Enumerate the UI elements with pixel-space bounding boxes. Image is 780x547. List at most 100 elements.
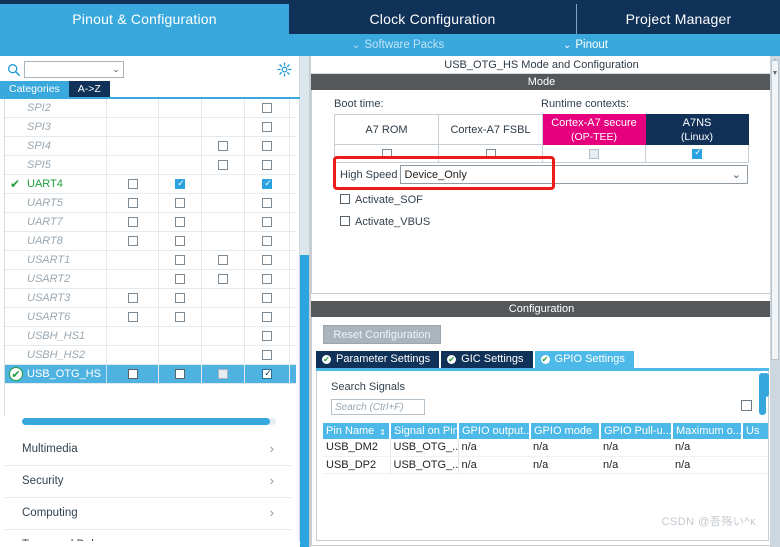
peripheral-cell[interactable]: [202, 327, 245, 345]
category-row[interactable]: Computing ›: [4, 498, 292, 530]
peripheral-cell[interactable]: [159, 251, 202, 269]
peripheral-row[interactable]: USBH_HS1: [5, 327, 296, 346]
checkbox-icon[interactable]: [127, 217, 138, 227]
activate-sof-checkbox[interactable]: Activate_SOF: [340, 194, 423, 206]
checkbox-icon[interactable]: [218, 160, 228, 170]
checkbox-icon[interactable]: [127, 236, 138, 246]
peripheral-cell[interactable]: [245, 175, 290, 193]
search-input[interactable]: ⌄: [24, 61, 124, 78]
peripheral-cell[interactable]: [159, 346, 202, 364]
checkbox-icon[interactable]: [262, 350, 272, 360]
peripheral-cell[interactable]: [107, 194, 159, 212]
checkbox-icon[interactable]: [175, 293, 185, 303]
gear-icon[interactable]: [277, 62, 292, 77]
peripheral-cell[interactable]: [159, 327, 202, 345]
checkbox-icon[interactable]: [127, 293, 138, 303]
peripheral-cell[interactable]: [245, 213, 290, 231]
checkbox-icon[interactable]: [218, 274, 228, 284]
high-speed-select[interactable]: Device_Only ⌄: [399, 165, 748, 184]
peripheral-cell[interactable]: [245, 232, 290, 250]
gpio-column-header[interactable]: GPIO mode: [530, 423, 601, 439]
checkbox-icon[interactable]: [175, 177, 186, 189]
checkbox-icon[interactable]: [175, 369, 185, 379]
peripheral-cell[interactable]: [159, 289, 202, 307]
peripheral-cell[interactable]: [202, 251, 245, 269]
checkbox-icon[interactable]: [127, 198, 138, 208]
peripheral-cell[interactable]: [202, 232, 245, 250]
peripheral-cell[interactable]: [107, 251, 159, 269]
checkbox-icon[interactable]: [692, 146, 703, 159]
peripheral-cell[interactable]: [202, 99, 245, 117]
peripheral-cell[interactable]: [202, 156, 245, 174]
gpio-column-header[interactable]: Signal on Pin: [390, 423, 459, 439]
peripheral-cell[interactable]: [107, 270, 159, 288]
peripheral-cell[interactable]: [202, 270, 245, 288]
checkbox-icon[interactable]: [175, 198, 185, 208]
gpio-column-header[interactable]: Pin Name ⇕: [323, 423, 391, 439]
config-tab[interactable]: ✔ GPIO Settings: [534, 351, 634, 368]
peripheral-cell[interactable]: [245, 251, 290, 269]
peripheral-cell[interactable]: [159, 156, 202, 174]
peripheral-cell[interactable]: [245, 156, 290, 174]
peripheral-cell[interactable]: [245, 99, 290, 117]
table-row[interactable]: USB_DP2 USB_OTG_... n/a n/a n/a n/a: [323, 456, 768, 474]
category-row[interactable]: Multimedia ›: [4, 434, 292, 466]
peripheral-cell[interactable]: [159, 365, 202, 383]
peripheral-cell[interactable]: [107, 99, 159, 117]
peripheral-cell[interactable]: [245, 327, 290, 345]
tab-clock-configuration[interactable]: Clock Configuration: [289, 4, 576, 34]
peripheral-cell[interactable]: [202, 118, 245, 136]
peripheral-cell[interactable]: [245, 118, 290, 136]
checkbox-icon[interactable]: [175, 255, 185, 265]
peripheral-cell[interactable]: [202, 289, 245, 307]
checkbox-icon[interactable]: [175, 217, 185, 227]
left-panel-scrollbar-thumb[interactable]: [300, 255, 309, 547]
checkbox-icon[interactable]: [262, 122, 272, 132]
activate-vbus-checkbox[interactable]: Activate_VBUS: [340, 216, 430, 228]
checkbox-icon[interactable]: [218, 141, 228, 151]
gpio-column-header[interactable]: Maximum o...: [672, 423, 743, 439]
checkbox-icon[interactable]: [175, 312, 185, 322]
peripheral-cell[interactable]: [107, 156, 159, 174]
peripheral-cell[interactable]: [107, 213, 159, 231]
checkbox-icon[interactable]: [262, 198, 272, 208]
checkbox-icon[interactable]: [262, 217, 272, 227]
tab-categories[interactable]: Categories: [0, 81, 69, 97]
peripheral-row[interactable]: SPI3: [5, 118, 296, 137]
peripheral-list[interactable]: SPI2SPI3SPI4SPI5✔UART4UART5UART7UART8USA…: [4, 99, 296, 416]
checkbox-icon[interactable]: [262, 255, 272, 265]
checkbox-icon[interactable]: [218, 255, 228, 265]
peripheral-cell[interactable]: [202, 365, 245, 383]
peripheral-cell[interactable]: [159, 99, 202, 117]
tab-pinout-configuration[interactable]: Pinout & Configuration: [0, 4, 289, 34]
peripheral-cell[interactable]: [245, 137, 290, 155]
gpio-column-header[interactable]: Us: [742, 423, 768, 439]
peripheral-row[interactable]: USART3: [5, 289, 296, 308]
peripheral-cell[interactable]: [107, 365, 159, 383]
checkbox-icon[interactable]: [485, 148, 496, 159]
peripheral-cell[interactable]: [245, 365, 290, 383]
sub-item-software-packs[interactable]: ⌄ Software Packs: [352, 34, 444, 56]
peripheral-cell[interactable]: [107, 308, 159, 326]
checkbox-icon[interactable]: [381, 148, 392, 159]
window-scrollbar-thumb[interactable]: [771, 60, 779, 360]
configuration-scrollbar-thumb[interactable]: [763, 373, 769, 397]
peripheral-row[interactable]: USART6: [5, 308, 296, 327]
checkbox-icon[interactable]: [262, 274, 272, 284]
peripheral-cell[interactable]: [159, 232, 202, 250]
peripheral-cell[interactable]: [107, 289, 159, 307]
peripheral-cell[interactable]: [159, 137, 202, 155]
signal-search-input[interactable]: Search (Ctrl+F): [331, 399, 425, 415]
context-checkbox-cell[interactable]: [645, 144, 749, 163]
peripheral-cell[interactable]: [107, 137, 159, 155]
peripheral-cell[interactable]: [245, 194, 290, 212]
peripheral-cell[interactable]: [159, 175, 202, 193]
peripheral-row[interactable]: SPI5: [5, 156, 296, 175]
peripheral-row[interactable]: UART7: [5, 213, 296, 232]
checkbox-icon[interactable]: [175, 236, 185, 246]
peripheral-cell[interactable]: [159, 194, 202, 212]
checkbox-icon[interactable]: [262, 103, 272, 113]
checkbox-icon[interactable]: [262, 141, 272, 151]
peripheral-cell[interactable]: [202, 308, 245, 326]
category-row[interactable]: Security ›: [4, 466, 292, 498]
